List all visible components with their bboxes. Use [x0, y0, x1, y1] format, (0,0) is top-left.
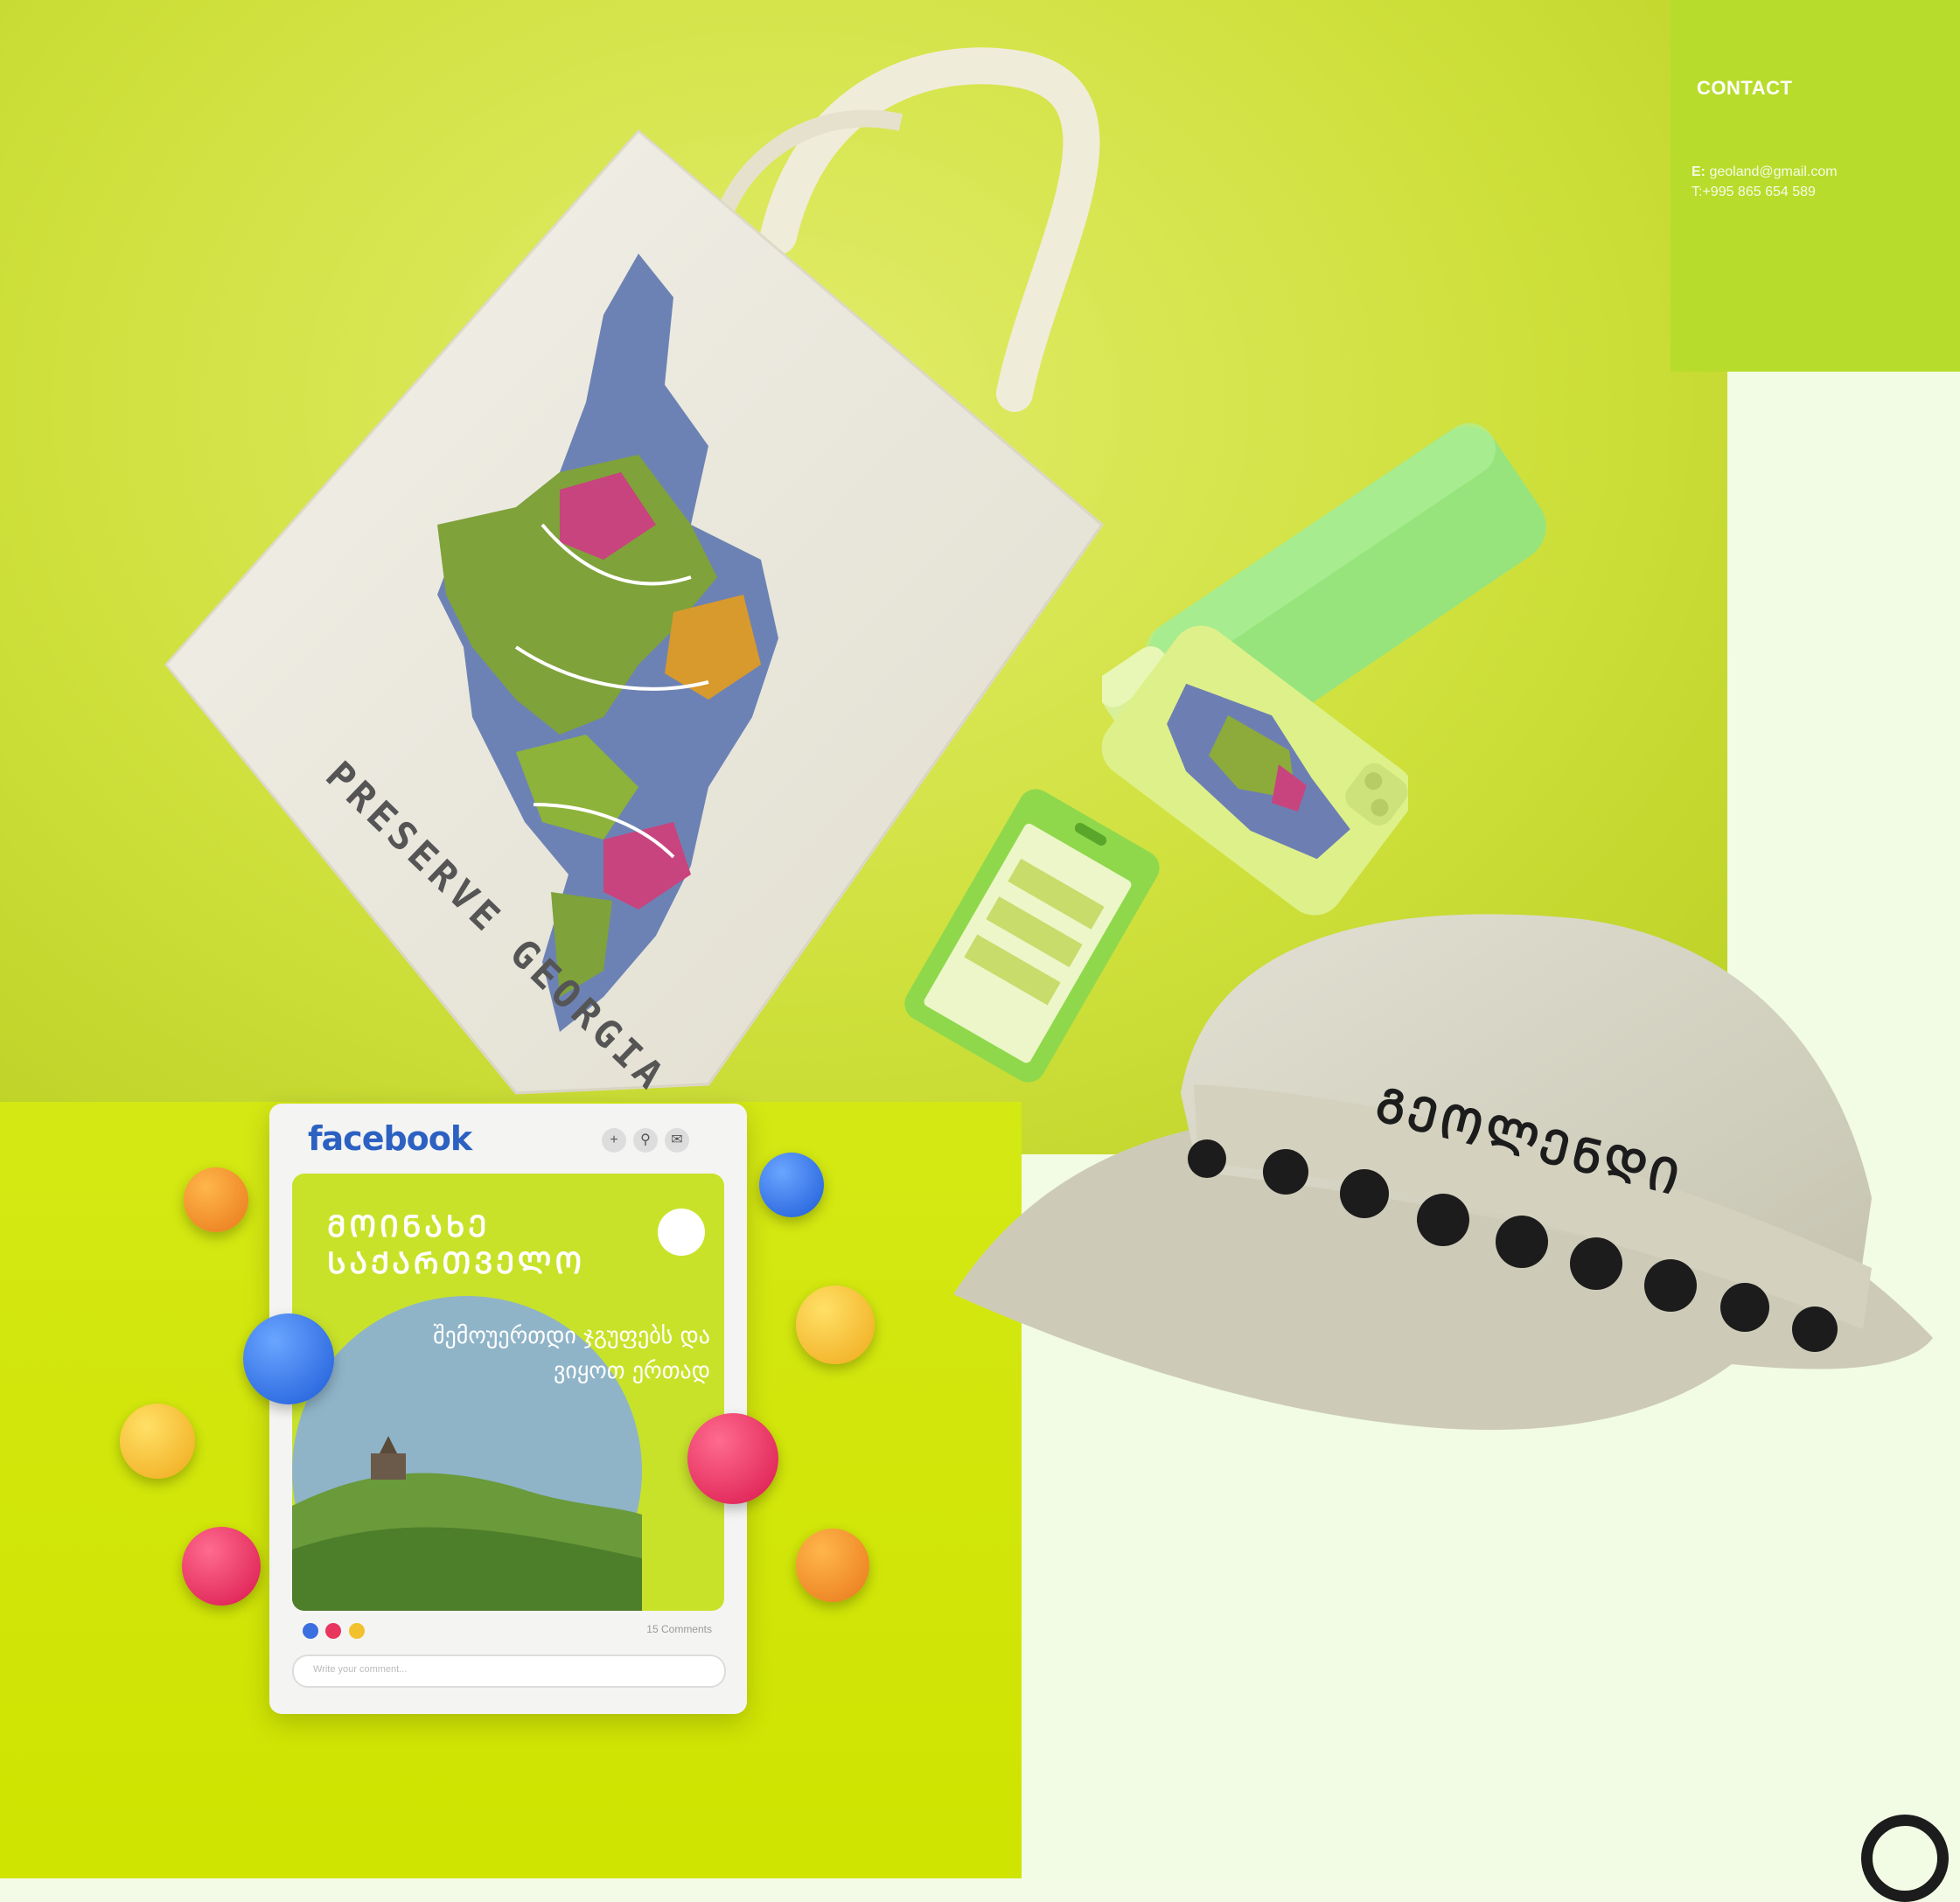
comments-count[interactable]: 15 Comments [646, 1623, 712, 1635]
like-icon [303, 1623, 318, 1639]
corner-letter-glyph [1861, 1815, 1949, 1902]
contact-phone: T:+995 865 654 589 [1691, 185, 1816, 199]
post-description: შემოუერთდი ჯგუფებს და ვიყოთ ერთად [433, 1323, 710, 1384]
post-headline-line1: ᲛᲝᲘᲜᲐᲮᲔ [327, 1209, 491, 1244]
wow-icon [348, 1623, 365, 1639]
heart-emoji-icon [182, 1527, 261, 1606]
messenger-icon[interactable]: ✉ [665, 1128, 689, 1153]
comment-placeholder: Write your comment... [313, 1664, 408, 1675]
heart-emoji-large-icon [687, 1413, 778, 1504]
angry-emoji-icon [184, 1167, 248, 1232]
facebook-logo: facebook [308, 1119, 472, 1158]
email-label: E: [1691, 164, 1705, 179]
contact-title: CONTACT [1697, 77, 1793, 99]
laugh-emoji-icon [796, 1285, 875, 1364]
search-icon[interactable]: ⚲ [633, 1128, 658, 1153]
heart-icon [325, 1623, 342, 1639]
post-image: ᲛᲝᲘᲜᲐᲮᲔ ᲡᲐᲥᲐᲠᲗᲕᲔᲚᲝ შემოუერთდი ჯგუფებს და… [292, 1174, 724, 1611]
brand-logo-circle [658, 1209, 705, 1256]
contact-panel: CONTACT E: geoland@gmail.com T:+995 865 … [1671, 0, 1960, 372]
comment-input[interactable]: Write your comment... [292, 1655, 726, 1688]
contact-email: E: geoland@gmail.com [1691, 164, 1838, 180]
facebook-post-mockup: facebook + ⚲ ✉ ᲛᲝᲘᲜᲐᲮᲔ ᲡᲐᲥᲐᲠᲗᲕᲔᲚᲝ შემოუე… [269, 1104, 747, 1714]
like-emoji-large-icon [243, 1313, 334, 1404]
angry-emoji-small-icon [796, 1529, 869, 1602]
post-headline-line2: ᲡᲐᲥᲐᲠᲗᲕᲔᲚᲝ [327, 1246, 586, 1281]
reaction-summary[interactable] [303, 1623, 368, 1643]
email-value: geoland@gmail.com [1709, 164, 1838, 179]
bucket-hat-image: ᲒᲔᲝᲚᲔᲜᲓᲘ [953, 914, 1933, 1431]
like-emoji-icon [759, 1153, 824, 1217]
add-icon[interactable]: + [602, 1128, 626, 1153]
wow-emoji-icon [120, 1404, 195, 1479]
